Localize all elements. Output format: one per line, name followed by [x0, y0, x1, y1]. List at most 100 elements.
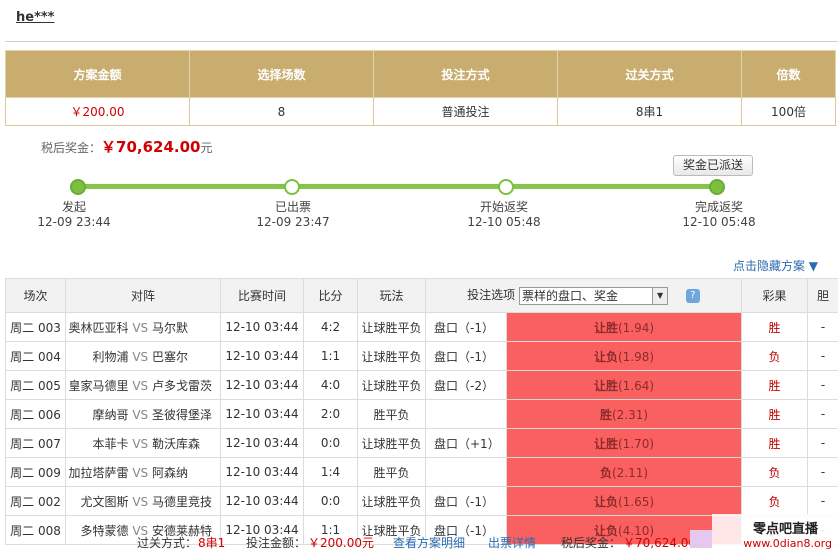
user-name[interactable]: he***	[16, 10, 54, 25]
away-team: 圣彼得堡泽	[152, 407, 213, 422]
prize-sent-button[interactable]: 奖金已派送	[673, 155, 753, 176]
match-score: 0:0	[303, 486, 358, 516]
help-icon[interactable]: ?	[685, 288, 700, 303]
divider	[5, 41, 838, 42]
summary-header-amount: 方案金额	[5, 50, 190, 98]
col-header-match-no: 场次	[5, 278, 66, 313]
match-time: 12-10 03:44	[220, 428, 304, 458]
handicap: 盘口（-1）	[425, 312, 507, 342]
pick-value: 负	[599, 465, 612, 480]
vs-label: VS	[132, 494, 149, 509]
match-result: 负	[741, 457, 809, 487]
watermark-accent	[690, 530, 712, 548]
progress-step-label: 完成返奖	[694, 200, 743, 214]
match-result: 负	[741, 341, 809, 371]
match-score: 4:2	[303, 312, 358, 342]
bet-pick: 胜(2.31)	[505, 399, 743, 429]
col-header-time: 比赛时间	[220, 278, 304, 313]
match-result: 胜	[741, 399, 809, 429]
away-team: 卢多戈雷茨	[152, 378, 213, 393]
match-no: 周二 004	[5, 341, 66, 371]
handicap: 盘口（+1）	[425, 428, 507, 458]
match-result: 负	[741, 486, 809, 516]
summary-pass-type: 8串1	[557, 97, 742, 126]
table-row: 周二 009 加拉塔萨雷 VS 阿森纳 12-10 03:44 1:4 胜平负 负(2.1…	[5, 457, 838, 487]
table-row: 周二 002 尤文图斯 VS 马德里竞技 12-10 03:44 0:0 让球胜平负 盘口…	[5, 486, 838, 516]
watermark-title: 零点吧直播	[752, 522, 818, 537]
match-time: 12-10 03:44	[220, 370, 304, 400]
match-teams: 加拉塔萨雷 VS 阿森纳	[65, 457, 221, 487]
away-team: 巴塞尔	[152, 349, 189, 364]
play-type: 让球胜平负	[357, 486, 426, 516]
pick-value: 让负	[593, 349, 618, 364]
progress-dot-payout-done	[709, 179, 725, 195]
watermark-url: www.0dian8.org	[743, 537, 832, 550]
match-score: 4:0	[303, 370, 358, 400]
home-team: 奥林匹亚科	[68, 320, 129, 335]
progress-step-time: 12-10 05:48	[467, 215, 541, 229]
home-team: 加拉塔萨雷	[68, 465, 129, 480]
home-team: 皇家马德里	[68, 378, 129, 393]
vs-label: VS	[132, 436, 149, 451]
bet-pick: 让胜(1.94)	[505, 312, 743, 342]
col-header-banker: 胆	[807, 278, 838, 313]
play-type: 胜平负	[357, 457, 426, 487]
away-team: 马德里竞技	[152, 494, 213, 509]
summary-matches: 8	[189, 97, 374, 126]
pick-value: 胜	[599, 407, 612, 422]
handicap: 盘口（-1）	[425, 341, 507, 371]
toggle-hide-plan-link[interactable]: 点击隐藏方案 ▼	[733, 257, 818, 274]
pick-odds: (1.64)	[617, 378, 655, 393]
vs-label: VS	[132, 320, 149, 335]
banker-flag: -	[807, 486, 838, 516]
bet-pick: 让负(1.98)	[505, 341, 743, 371]
bet-pick: 负(2.11)	[505, 457, 743, 487]
summary-multiplier: 100倍	[741, 97, 836, 126]
pick-odds: (1.65)	[617, 494, 655, 509]
bet-pick: 让胜(1.70)	[505, 428, 743, 458]
match-time: 12-10 03:44	[220, 399, 304, 429]
banker-flag: -	[807, 341, 838, 371]
match-score: 1:4	[303, 457, 358, 487]
play-type: 让球胜平负	[357, 312, 426, 342]
match-teams: 皇家马德里 VS 卢多戈雷茨	[65, 370, 221, 400]
match-result: 胜	[741, 428, 809, 458]
table-row: 周二 003 奥林匹亚科 VS 马尔默 12-10 03:44 4:2 让球胜平负 盘口（…	[5, 312, 838, 342]
play-type: 让球胜平负	[357, 341, 426, 371]
bet-table: 场次 对阵 比赛时间 比分 玩法 投注选项 票样的盘口、奖金 ▼ ? 彩果 胆 周…	[5, 278, 838, 545]
match-teams: 奥林匹亚科 VS 马尔默	[65, 312, 221, 342]
summary-header-bet-type: 投注方式	[373, 50, 558, 98]
option-select[interactable]: 票样的盘口、奖金 ▼	[519, 286, 669, 305]
col-header-score: 比分	[303, 278, 358, 313]
match-no: 周二 006	[5, 399, 66, 429]
prize-label: 税后奖金：	[41, 141, 102, 155]
progress-step-label: 开始返奖	[479, 200, 528, 214]
handicap: 盘口（-2）	[425, 370, 507, 400]
col-header-options: 投注选项 票样的盘口、奖金 ▼ ?	[424, 278, 743, 313]
pick-odds: (1.94)	[617, 320, 655, 335]
bet-pick: 让胜(1.64)	[505, 370, 743, 400]
view-plan-detail-link[interactable]: 查看方案明细	[393, 532, 465, 554]
summary-header-pass-type: 过关方式	[557, 50, 742, 98]
play-type: 让球胜平负	[357, 428, 426, 458]
match-teams: 本菲卡 VS 勒沃库森	[65, 428, 221, 458]
prize-amount: ￥70,624.00	[101, 138, 201, 156]
away-team: 阿森纳	[152, 465, 189, 480]
match-score: 2:0	[303, 399, 358, 429]
handicap	[425, 399, 507, 429]
pick-value: 让负	[593, 494, 618, 509]
summary-header-multiplier: 倍数	[741, 50, 836, 98]
ticket-detail-link[interactable]: 出票详情	[488, 532, 536, 554]
progress-step-time: 12-09 23:44	[37, 215, 111, 229]
handicap	[425, 457, 507, 487]
match-teams: 尤文图斯 VS 马德里竞技	[65, 486, 221, 516]
match-result: 胜	[741, 370, 809, 400]
pick-odds: (1.98)	[617, 349, 655, 364]
banker-flag: -	[807, 399, 838, 429]
handicap: 盘口（-1）	[425, 486, 507, 516]
pick-odds: (2.31)	[611, 407, 649, 422]
footer-pass-value: 8串1	[198, 536, 226, 550]
progress-step-time: 12-09 23:47	[256, 215, 330, 229]
pick-value: 让胜	[593, 320, 618, 335]
footer-amount-label: 投注金额：	[246, 536, 307, 550]
